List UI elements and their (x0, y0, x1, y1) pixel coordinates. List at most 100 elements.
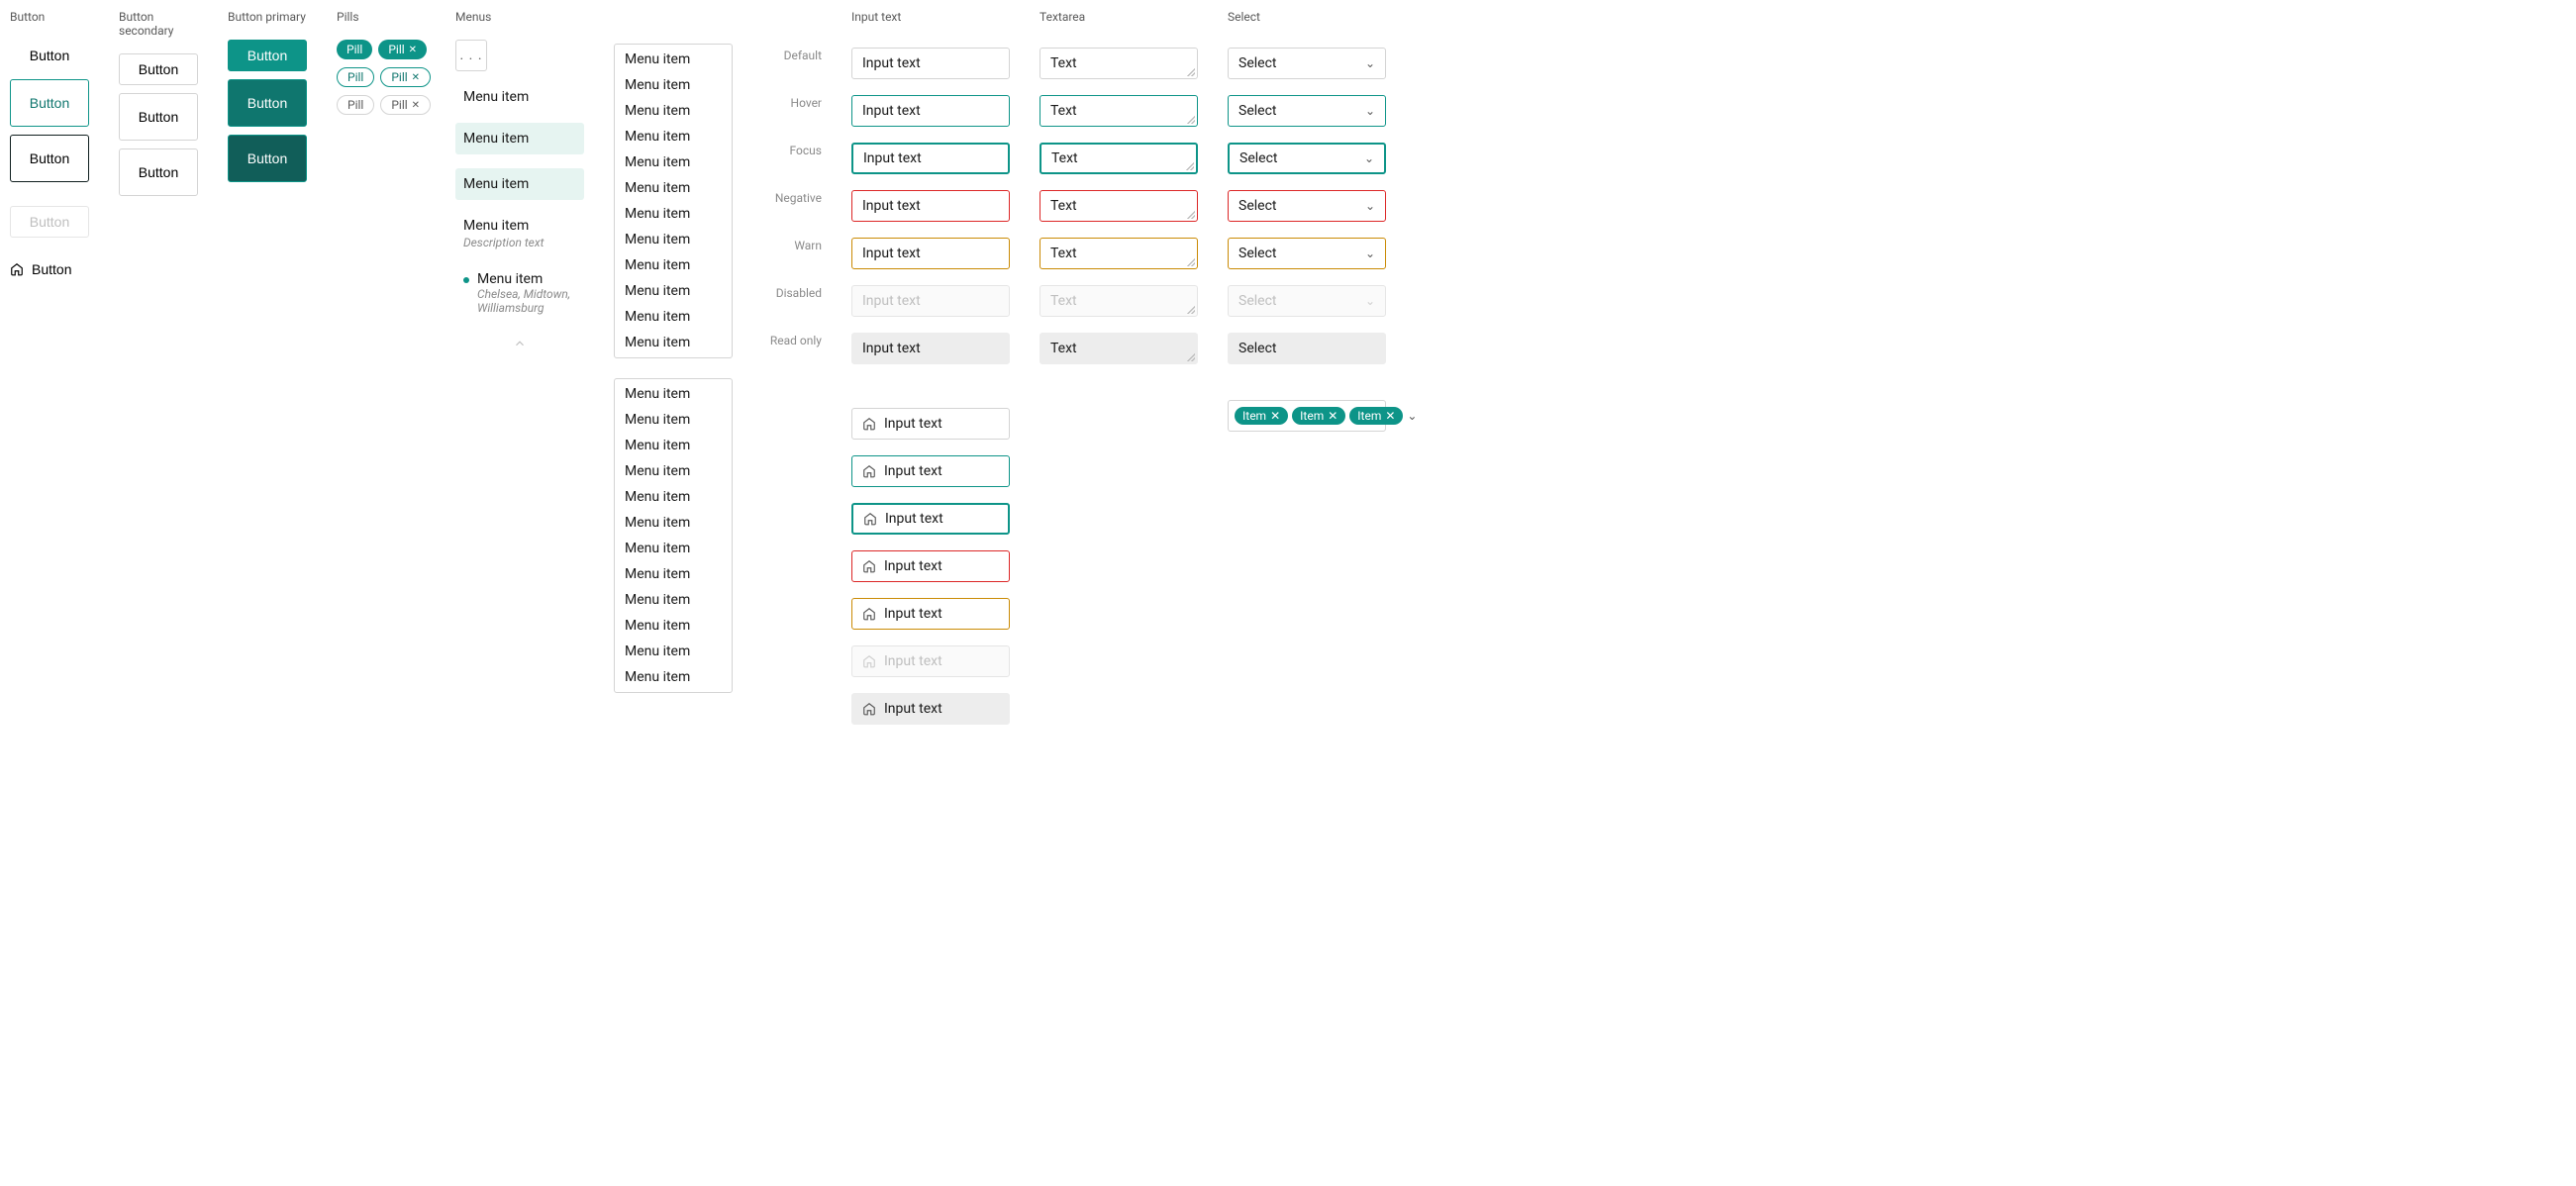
select-hover[interactable]: Select⌄ (1228, 95, 1386, 127)
secondary-button-focus[interactable]: Button (119, 148, 198, 196)
ghost-button-hover[interactable]: Button (10, 79, 89, 127)
input-icon-hover[interactable]: Input text (851, 455, 1010, 487)
ghost-button-disabled: Button (10, 206, 89, 238)
pill-outline-closable[interactable]: Pill✕ (380, 67, 431, 87)
multiselect[interactable]: Item✕ Item✕ Item✕ ⌄ (1228, 400, 1386, 432)
menu-item-location: Chelsea, Midtown, Williamsburg (477, 287, 576, 315)
close-icon[interactable]: ✕ (1328, 409, 1338, 423)
chevron-down-icon: ⌄ (1365, 199, 1375, 213)
section-textarea-label: Textarea (1040, 10, 1198, 24)
input-readonly: Input text (851, 333, 1010, 364)
primary-button-hover[interactable]: Button (228, 79, 307, 127)
input-hover[interactable]: Input text (851, 95, 1010, 127)
chevron-down-icon: ⌄ (1365, 294, 1375, 308)
menu-panel-a: Menu itemMenu itemMenu itemMenu itemMenu… (614, 44, 733, 358)
menu-item-with-dot[interactable]: Menu item Chelsea, Midtown, Williamsburg (455, 267, 584, 319)
multiselect-tag[interactable]: Item✕ (1292, 407, 1345, 425)
pill-filled-closable[interactable]: Pill✕ (378, 40, 427, 59)
icon-link-button[interactable]: Button (10, 261, 89, 277)
multiselect-tag[interactable]: Item✕ (1349, 407, 1403, 425)
menu-item[interactable]: Menu item (615, 175, 732, 201)
menu-item[interactable]: Menu item (615, 484, 732, 510)
menu-item[interactable]: Menu item (615, 381, 732, 407)
home-icon (862, 417, 876, 431)
close-icon[interactable]: ✕ (409, 45, 417, 55)
menu-item[interactable]: Menu item (615, 536, 732, 561)
close-icon[interactable]: ✕ (412, 72, 420, 83)
menu-item[interactable]: Menu item (615, 639, 732, 664)
primary-button-focus[interactable]: Button (228, 135, 307, 182)
menu-item[interactable]: Menu item (615, 433, 732, 458)
menu-item[interactable]: Menu item (615, 124, 732, 149)
home-icon (862, 607, 876, 621)
input-focus[interactable]: Input text (851, 143, 1010, 174)
chevron-down-icon: ⌄ (1365, 56, 1375, 70)
menu-item-hover[interactable]: Menu item (455, 123, 584, 154)
status-dot-icon (463, 277, 469, 283)
state-label-disabled: Disabled (776, 277, 822, 309)
pill-outline[interactable]: Pill (337, 67, 374, 87)
select-default[interactable]: Select⌄ (1228, 48, 1386, 79)
input-negative[interactable]: Input text (851, 190, 1010, 222)
menu-item[interactable]: Menu item (615, 98, 732, 124)
state-label-default: Default (784, 40, 822, 71)
icon-link-label: Button (32, 261, 71, 277)
input-icon-default[interactable]: Input text (851, 408, 1010, 440)
close-icon[interactable]: ✕ (1270, 409, 1280, 423)
menu-item[interactable]: Menu item (615, 587, 732, 613)
pill-filled[interactable]: Pill (337, 40, 372, 59)
state-label-hover: Hover (791, 87, 822, 119)
textarea-disabled: Text (1040, 285, 1198, 317)
multiselect-tag[interactable]: Item✕ (1235, 407, 1288, 425)
menu-item[interactable]: Menu item (615, 407, 732, 433)
menu-item[interactable]: Menu item (615, 72, 732, 98)
section-button-label: Button (10, 10, 89, 24)
menu-trigger-button[interactable]: . . . (455, 40, 487, 71)
select-warn[interactable]: Select⌄ (1228, 238, 1386, 269)
section-input-label: Input text (851, 10, 1010, 24)
input-warn[interactable]: Input text (851, 238, 1010, 269)
ghost-button[interactable]: Button (10, 40, 89, 71)
select-negative[interactable]: Select⌄ (1228, 190, 1386, 222)
menu-item[interactable]: Menu item (615, 561, 732, 587)
textarea-focus[interactable]: Text (1040, 143, 1198, 174)
menu-item[interactable]: Menu item (615, 47, 732, 72)
input-default[interactable]: Input text (851, 48, 1010, 79)
section-menus-label: Menus (455, 10, 584, 24)
menu-item[interactable]: Menu item (615, 201, 732, 227)
select-focus[interactable]: Select⌄ (1228, 143, 1386, 174)
home-icon (862, 464, 876, 478)
chevron-up-icon[interactable] (455, 337, 584, 350)
section-select-label: Select (1228, 10, 1386, 24)
menu-item[interactable]: Menu item (615, 304, 732, 330)
menu-item[interactable]: Menu item (615, 664, 732, 690)
close-icon[interactable]: ✕ (412, 100, 420, 111)
secondary-button-hover[interactable]: Button (119, 93, 198, 141)
menu-item[interactable]: Menu item (615, 252, 732, 278)
menu-item[interactable]: Menu item (615, 227, 732, 252)
menu-item[interactable]: Menu item (615, 510, 732, 536)
textarea-negative[interactable]: Text (1040, 190, 1198, 222)
primary-button[interactable]: Button (228, 40, 307, 71)
menu-item[interactable]: Menu item (455, 85, 584, 109)
input-icon-negative[interactable]: Input text (851, 550, 1010, 582)
textarea-default[interactable]: Text (1040, 48, 1198, 79)
menu-item-with-description[interactable]: Menu item Description text (455, 214, 584, 253)
home-icon (10, 262, 24, 276)
pill-gray-closable[interactable]: Pill✕ (380, 95, 431, 115)
input-icon-focus[interactable]: Input text (851, 503, 1010, 535)
menu-item[interactable]: Menu item (615, 149, 732, 175)
menu-item-active[interactable]: Menu item (455, 168, 584, 200)
menu-item[interactable]: Menu item (615, 458, 732, 484)
home-icon (862, 559, 876, 573)
input-icon-warn[interactable]: Input text (851, 598, 1010, 630)
menu-item[interactable]: Menu item (615, 613, 732, 639)
menu-item[interactable]: Menu item (615, 278, 732, 304)
pill-gray[interactable]: Pill (337, 95, 374, 115)
secondary-button[interactable]: Button (119, 53, 198, 85)
textarea-hover[interactable]: Text (1040, 95, 1198, 127)
textarea-warn[interactable]: Text (1040, 238, 1198, 269)
close-icon[interactable]: ✕ (1385, 409, 1395, 423)
menu-item[interactable]: Menu item (615, 330, 732, 355)
ghost-button-focus[interactable]: Button (10, 135, 89, 182)
